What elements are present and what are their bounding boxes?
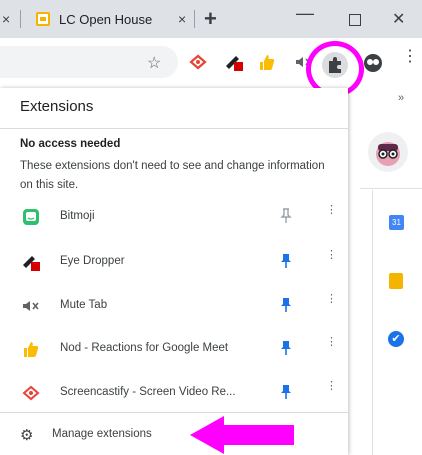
pin-icon[interactable]: [280, 297, 292, 313]
section-description: These extensions don't need to see and c…: [20, 160, 325, 191]
tab-favicon-icon: [36, 12, 50, 26]
extension-name: Nod - Reactions for Google Meet: [60, 342, 229, 354]
divider: [0, 412, 348, 413]
extension-menu-icon[interactable]: ⋮: [326, 250, 337, 261]
tab-close-icon[interactable]: ×: [178, 11, 186, 27]
pin-icon[interactable]: [280, 384, 292, 400]
page-divider: [360, 188, 422, 189]
bookmarks-overflow-icon[interactable]: »: [398, 92, 404, 104]
extension-menu-icon[interactable]: ⋮: [326, 294, 337, 305]
screencastify-icon[interactable]: [188, 52, 208, 72]
divider: [0, 128, 348, 129]
new-tab-button[interactable]: +: [204, 6, 217, 32]
gear-icon: ⚙: [20, 427, 34, 444]
bitmoji-toolbar-icon[interactable]: [362, 52, 384, 74]
nod-icon[interactable]: [256, 52, 276, 72]
screencastify-icon: [22, 385, 40, 401]
tab-strip: × LC Open House × + — ✕: [0, 0, 422, 38]
panel-title: Extensions: [20, 98, 94, 115]
extension-row-eye-dropper[interactable]: Eye Dropper ⋮: [0, 243, 348, 283]
calendar-icon[interactable]: 31: [389, 215, 404, 230]
manage-extensions-button[interactable]: ⚙ Manage extensions: [0, 418, 348, 452]
eyedropper-icon[interactable]: [224, 52, 244, 72]
pin-icon[interactable]: [280, 253, 292, 269]
tab-title: LC Open House: [59, 12, 153, 27]
extension-row-mute-tab[interactable]: Mute Tab ⋮: [0, 287, 348, 327]
section-title: No access needed: [20, 138, 121, 150]
maximize-button[interactable]: [349, 14, 361, 26]
nod-icon: [24, 342, 39, 357]
avatar[interactable]: [368, 132, 408, 172]
minimize-button[interactable]: —: [296, 3, 314, 24]
manage-extensions-label: Manage extensions: [52, 428, 152, 440]
annotation-arrow-head: [190, 416, 224, 454]
annotation-arrow-shaft: [222, 425, 294, 445]
extension-name: Eye Dropper: [60, 255, 125, 267]
page-divider: [372, 190, 373, 455]
extension-menu-icon[interactable]: ⋮: [326, 381, 337, 392]
tab-separator: [194, 10, 195, 28]
keep-icon[interactable]: [389, 273, 403, 289]
mute-icon: [23, 301, 39, 311]
window-close-button[interactable]: ✕: [392, 9, 405, 29]
bookmark-star-icon[interactable]: ☆: [147, 53, 161, 73]
eyedropper-icon: [23, 256, 40, 271]
chrome-menu-icon[interactable]: ⋮: [402, 49, 418, 65]
extension-name: Bitmoji: [60, 210, 95, 222]
previous-tab-close-icon[interactable]: ×: [2, 11, 10, 27]
extension-row-nod[interactable]: Nod - Reactions for Google Meet ⋮: [0, 330, 348, 370]
pin-icon[interactable]: [280, 208, 292, 224]
extension-row-screencastify[interactable]: Screencastify - Screen Video Re... ⋮: [0, 374, 348, 414]
tasks-icon[interactable]: ✔: [388, 331, 404, 347]
extension-menu-icon[interactable]: ⋮: [326, 205, 337, 216]
avatar-bitmoji-icon: [376, 142, 400, 166]
extension-menu-icon[interactable]: ⋮: [326, 337, 337, 348]
extension-row-bitmoji[interactable]: Bitmoji ⋮: [0, 198, 348, 238]
bitmoji-icon: [23, 209, 39, 225]
tab-lc-open-house[interactable]: LC Open House ×: [34, 10, 192, 30]
extension-name: Mute Tab: [60, 299, 108, 311]
extensions-panel: Extensions No access needed These extens…: [0, 88, 348, 455]
pin-icon[interactable]: [280, 340, 292, 356]
tab-separator: [20, 10, 21, 28]
extension-name: Screencastify - Screen Video Re...: [60, 386, 236, 398]
